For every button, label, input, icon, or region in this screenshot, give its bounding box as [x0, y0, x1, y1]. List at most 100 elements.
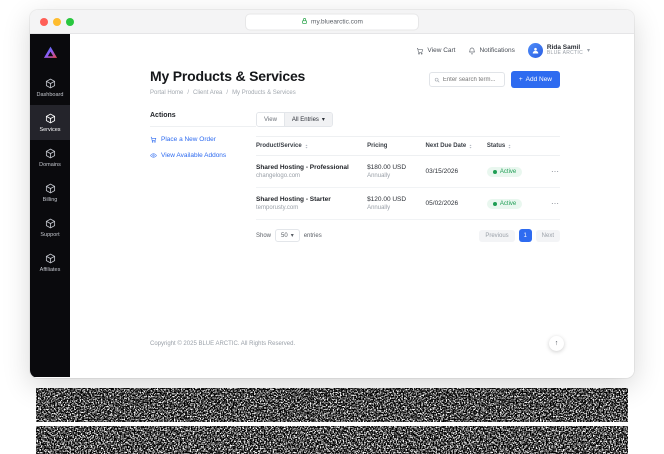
next-page-button[interactable]: Next: [535, 229, 560, 242]
billing-icon: [45, 183, 56, 194]
view-filter-label: View: [257, 113, 284, 126]
sort-icon[interactable]: [304, 144, 309, 149]
status-badge: Active: [486, 166, 523, 177]
plus-icon: +: [518, 76, 523, 83]
pagination: Previous 1 Next: [479, 229, 560, 242]
actions-title: Actions: [150, 112, 256, 127]
main-content: View Cart Notifications Rida Samil BLUE …: [70, 34, 634, 377]
sidebar-item-support[interactable]: Support: [30, 210, 70, 245]
logo[interactable]: [30, 34, 70, 70]
product-price: $180.00 USD: [367, 164, 407, 171]
place-new-order-link[interactable]: Place a New Order: [150, 136, 256, 143]
product-domain: temporusty.com: [256, 205, 299, 211]
dashboard-icon: [45, 78, 56, 89]
services-table: View All Entries ▾ Product/Service Prici…: [256, 112, 560, 242]
notifications-label: Notifications: [479, 47, 515, 54]
entries-per-page: Show 50 ▾ entries: [256, 229, 322, 242]
product-name: Shared Hosting - Starter: [256, 196, 331, 203]
address-bar[interactable]: my.bluearctic.com: [246, 14, 418, 29]
table-row[interactable]: Shared Hosting - Professional changelogo…: [256, 156, 560, 188]
avatar: [527, 43, 543, 58]
previous-page-button[interactable]: Previous: [479, 229, 515, 242]
sidebar-item-label: Billing: [42, 197, 58, 203]
billing-cycle: Annually: [367, 173, 391, 179]
view-filter-dropdown[interactable]: All Entries ▾: [283, 113, 332, 126]
address-bar-url: my.bluearctic.com: [311, 18, 363, 25]
scroll-to-top-button[interactable]: ↑: [549, 336, 564, 351]
status-badge: Active: [486, 198, 523, 209]
status-label: Active: [499, 200, 517, 207]
cart-icon: [417, 47, 424, 54]
support-icon: [45, 218, 56, 229]
breadcrumb-client-area[interactable]: Client Area: [193, 90, 222, 96]
row-actions-button[interactable]: ⋯: [542, 199, 560, 208]
lock-icon: [301, 17, 308, 26]
row-actions-button[interactable]: ⋯: [542, 167, 560, 176]
breadcrumb-home[interactable]: Portal Home: [150, 90, 183, 96]
entries-count-value: 50: [281, 232, 288, 239]
sort-icon[interactable]: [468, 144, 473, 149]
chevron-down-icon: ▾: [586, 48, 590, 54]
bell-icon: [469, 47, 476, 54]
sidebar: Dashboard Services Domains Billing Suppo…: [30, 34, 70, 377]
status-label: Active: [499, 168, 517, 175]
services-icon: [45, 113, 56, 124]
product-price: $120.00 USD: [367, 196, 407, 203]
actions-panel: Actions Place a New Order View Available…: [150, 112, 256, 242]
sort-icon[interactable]: [507, 144, 512, 149]
domains-icon: [45, 148, 56, 159]
billing-cycle: Annually: [367, 205, 391, 211]
sidebar-item-label: Dashboard: [36, 92, 64, 98]
show-label: Show: [256, 232, 272, 239]
user-org: BLUE ARCTIC: [546, 50, 583, 57]
affiliates-icon: [45, 253, 56, 264]
breadcrumb-current: My Products & Services: [232, 90, 296, 96]
column-status[interactable]: Status: [487, 143, 543, 149]
next-due-date: 05/02/2026: [425, 200, 459, 207]
column-pricing[interactable]: Pricing: [367, 143, 425, 149]
noise-texture: [30, 388, 634, 454]
table-row[interactable]: Shared Hosting - Starter temporusty.com …: [256, 188, 560, 220]
add-new-button[interactable]: + Add New: [510, 71, 560, 88]
add-new-label: Add New: [525, 76, 552, 83]
view-cart-label: View Cart: [427, 47, 456, 54]
place-new-order-label: Place a New Order: [161, 136, 216, 143]
column-next-due-date[interactable]: Next Due Date: [426, 143, 487, 149]
next-due-date: 03/15/2026: [425, 168, 459, 175]
view-cart-link[interactable]: View Cart: [416, 47, 455, 55]
column-product-service[interactable]: Product/Service: [256, 143, 367, 149]
breadcrumb-separator: /: [226, 90, 229, 96]
entries-label: entries: [303, 232, 322, 239]
sidebar-item-label: Support: [40, 232, 60, 238]
product-domain: changelogo.com: [256, 173, 301, 179]
search-box: [428, 72, 505, 87]
minimize-window-button[interactable]: [53, 17, 61, 26]
sidebar-item-label: Domains: [39, 162, 61, 168]
breadcrumb-separator: /: [187, 90, 190, 96]
chevron-down-icon: ▾: [321, 117, 325, 123]
sidebar-item-domains[interactable]: Domains: [30, 140, 70, 175]
search-input[interactable]: [442, 76, 500, 83]
status-dot: [492, 201, 497, 206]
sidebar-item-affiliates[interactable]: Affiliates: [30, 245, 70, 280]
eye-icon: [150, 153, 157, 158]
table-header: Product/Service Pricing Next Due Date St…: [256, 136, 560, 156]
sidebar-item-label: Services: [39, 127, 61, 133]
view-filter[interactable]: View All Entries ▾: [256, 112, 333, 127]
user-menu[interactable]: Rida Samil BLUE ARCTIC ▾: [527, 43, 590, 58]
close-window-button[interactable]: [40, 17, 48, 26]
sidebar-item-services[interactable]: Services: [30, 105, 70, 140]
arrow-up-icon: ↑: [554, 340, 559, 347]
page-title: My Products & Services: [150, 68, 306, 84]
sidebar-item-billing[interactable]: Billing: [30, 175, 70, 210]
browser-titlebar: my.bluearctic.com: [30, 10, 634, 34]
notifications-link[interactable]: Notifications: [468, 47, 515, 55]
bluearctic-logo-icon: [43, 46, 57, 58]
sidebar-item-dashboard[interactable]: Dashboard: [30, 70, 70, 105]
current-page-button[interactable]: 1: [518, 229, 532, 242]
entries-count-dropdown[interactable]: 50 ▾: [275, 229, 300, 242]
cart-icon: [150, 136, 157, 143]
top-actions: View Cart Notifications Rida Samil BLUE …: [416, 43, 590, 58]
zoom-window-button[interactable]: [66, 17, 74, 26]
view-addons-link[interactable]: View Available Addons: [150, 152, 256, 159]
